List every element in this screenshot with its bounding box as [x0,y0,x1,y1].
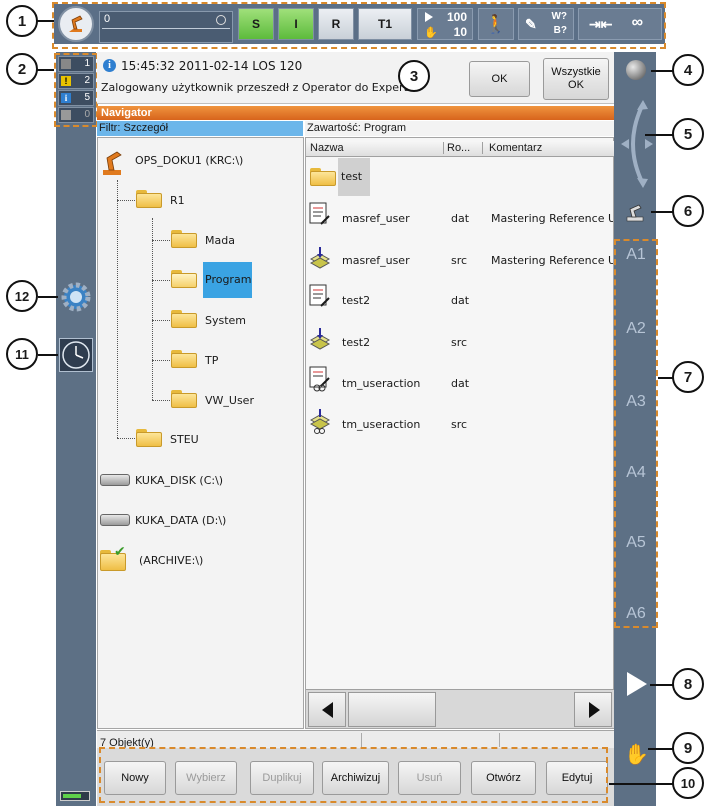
content-label: Zawartość: Program [307,122,407,134]
scroll-thumb[interactable] [348,692,436,727]
dat-file-icon [309,284,330,307]
clock-button[interactable] [59,338,93,372]
callout-1: 1 [6,5,38,37]
archive-folder-icon: ✔ [100,544,128,572]
tree-label-archive: (ARCHIVE:\) [139,554,204,567]
ok-button[interactable]: OK [469,61,530,97]
all-ok-button[interactable]: Wszystkie OK [543,58,609,100]
file-list-pane[interactable] [305,137,614,729]
file-name: tm_useraction [342,418,421,431]
file-list-header: Nazwa Ro... Komentarz [306,141,614,157]
folder-icon [136,427,162,447]
status-bar-highlight [52,2,666,49]
column-name[interactable]: Nazwa [310,142,444,154]
battery-icon [60,791,90,801]
callout-5: 5 [672,118,704,150]
file-type: dat [451,377,470,390]
dat-file-link-icon [309,366,330,392]
jog-arrows-icon[interactable] [617,98,655,190]
filter-label: Filtr: Szczegół [99,122,169,134]
folder-icon [310,166,336,186]
navigator-status-bar: 7 Objekt(y) [97,730,614,749]
file-comment: Mastering Reference U [491,254,613,267]
message-window: i 15:45:32 2011-02-14 LOS 120 Zalogowany… [97,52,614,104]
submit-interpreter-status-icon[interactable] [59,280,93,314]
folder-icon [171,308,197,328]
horizontal-scrollbar[interactable] [306,689,614,728]
start-button[interactable] [627,672,647,696]
file-name: tm_useraction [342,377,421,390]
callout-2: 2 [6,53,38,85]
drive-icon [100,474,130,486]
tree-label-mada: Mada [205,234,235,247]
file-comment: Mastering Reference U [491,212,613,225]
callout-8: 8 [672,668,704,700]
tree-label-kuka-disk: KUKA_DISK (C:\) [135,474,224,487]
message-timestamp: 15:45:32 2011-02-14 LOS 120 [121,59,303,73]
file-type: dat [451,294,470,307]
callout-3: 3 [398,60,430,92]
src-file-icon [309,247,331,269]
globe-icon[interactable] [626,60,646,80]
file-name: test2 [342,294,371,307]
file-name: masref_user [342,254,410,267]
message-counters-highlight [54,53,98,127]
callout-6: 6 [672,195,704,227]
folder-icon [171,348,197,368]
column-type[interactable]: Ro... [447,142,483,154]
callout-7: 7 [672,361,704,393]
scroll-left-button[interactable] [308,692,346,727]
robot-icon [103,151,122,175]
message-text: Zalogowany użytkownik przeszedł z Operat… [101,81,412,94]
tree-label-vw-user: VW_User [205,394,254,407]
arrow-right-icon [589,702,600,718]
tree-pane[interactable] [97,137,304,729]
folder-icon [171,388,197,408]
tree-label-steu: STEU [170,433,199,446]
file-name: masref_user [342,212,410,225]
tree-label-r1: R1 [170,194,185,207]
tree-label-root: OPS_DOKU1 (KRC:\) [135,154,244,167]
callout-9: 9 [672,732,704,764]
jog-type-icon[interactable] [624,202,646,222]
file-name: test [338,158,370,196]
file-type: src [451,418,468,431]
file-type: dat [451,212,470,225]
arrow-left-icon [322,702,333,718]
callout-4: 4 [672,54,704,86]
axis-keys-highlight [614,239,658,628]
src-file-icon [309,328,331,350]
gear-icon [61,282,91,312]
file-type: src [451,336,468,349]
callout-12: 12 [6,280,38,312]
folder-icon [136,188,162,208]
file-name: test2 [342,336,371,349]
tree-label-tp: TP [205,354,219,367]
softkey-bar-highlight [99,747,608,803]
jog-hand-icon[interactable]: ✋ [624,742,649,766]
column-comment[interactable]: Komentarz [489,142,542,154]
scroll-right-button[interactable] [574,692,612,727]
robot-jog-icon [626,204,644,222]
folder-open-icon [171,268,197,288]
drive-icon [100,514,130,526]
clock-icon [62,341,90,369]
file-type: src [451,254,468,267]
left-sidebar [56,52,96,806]
tree-label-kuka-data: KUKA_DATA (D:\) [135,514,227,527]
content-header: Zawartość: Program [305,121,614,136]
tree-label-system: System [205,314,247,327]
callout-11: 11 [6,338,38,370]
info-icon: i [103,59,116,72]
filter-header: Filtr: Szczegół [97,121,303,136]
folder-icon [171,228,197,248]
navigator-title: Navigator [97,106,614,120]
src-file-link-icon [309,409,331,434]
callout-10: 10 [672,767,704,799]
tree-label-program: Program [203,262,252,298]
dat-file-icon [309,202,330,225]
